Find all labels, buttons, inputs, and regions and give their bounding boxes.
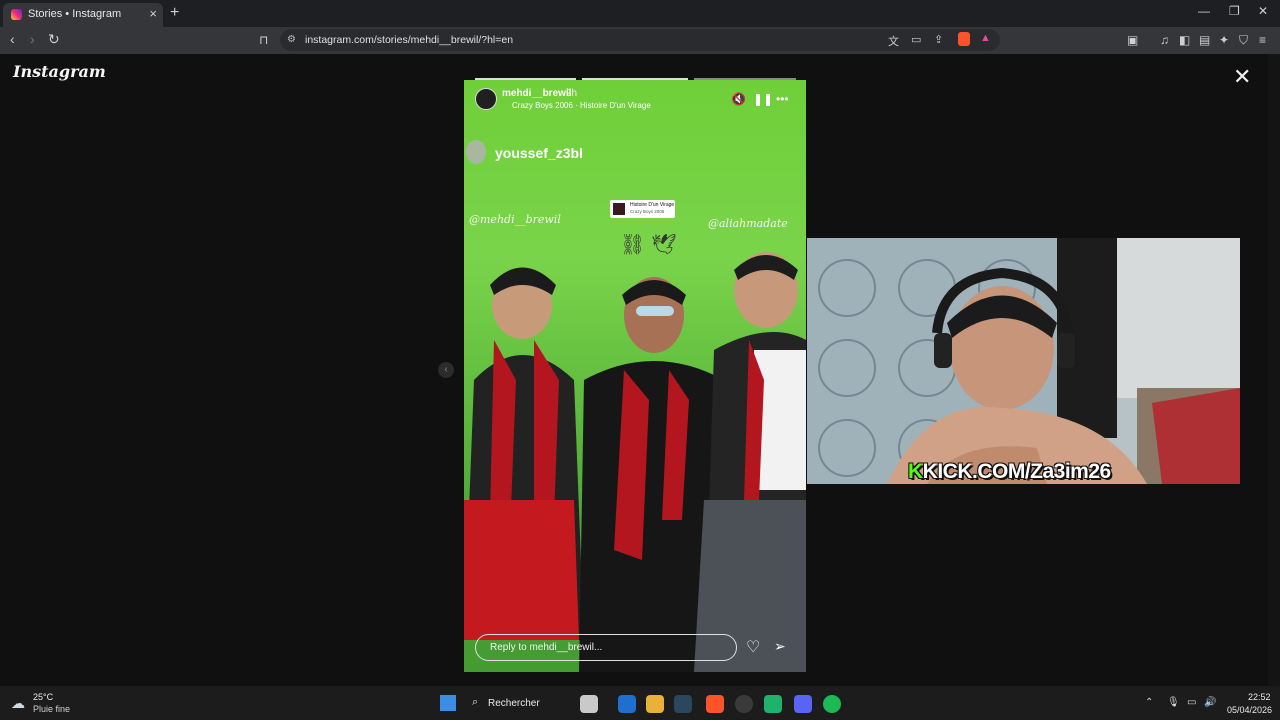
close-window-button[interactable]: ✕ xyxy=(1258,4,1268,18)
windows-start-icon[interactable] xyxy=(440,695,456,711)
steam-icon[interactable] xyxy=(674,695,692,713)
brave-icon[interactable] xyxy=(706,695,724,713)
mention-tag-right[interactable]: @aliahmadate xyxy=(708,217,788,230)
story-user-avatar[interactable] xyxy=(475,88,497,110)
tab-close-icon[interactable]: × xyxy=(149,6,157,21)
mention-avatar xyxy=(466,140,486,164)
tray-chevron-icon[interactable]: ⌃ xyxy=(1145,697,1153,708)
mute-icon[interactable]: 🔇 xyxy=(731,92,746,106)
clock-time[interactable]: 22:52 xyxy=(1248,692,1271,702)
scrollbar[interactable] xyxy=(1268,54,1280,686)
story-username[interactable]: mehdi__brewil xyxy=(502,88,571,99)
like-icon[interactable]: ♡ xyxy=(746,637,760,657)
webcam-overlay xyxy=(807,238,1240,484)
music-sticker-artist: Crazy Boys 2006 xyxy=(630,209,665,214)
network-icon[interactable]: ▭ xyxy=(1187,697,1196,708)
pause-icon[interactable]: ❚❚ xyxy=(753,92,773,106)
wallet-icon[interactable]: ▤ xyxy=(1199,33,1210,47)
webcam-feed xyxy=(807,238,1240,484)
kick-channel-text: KICK.COM/Za3im26 xyxy=(922,460,1112,483)
widgets-icon[interactable] xyxy=(580,695,598,713)
forward-button[interactable]: › xyxy=(30,31,35,47)
leo-ai-icon[interactable]: ✦ xyxy=(1219,33,1229,47)
music-sticker[interactable]: Histoire D'un Virage Crazy Boys 2006 xyxy=(610,200,675,218)
url-text: instagram.com/stories/mehdi__brewil/?hl=… xyxy=(305,34,514,46)
address-bar[interactable]: ⚙ instagram.com/stories/mehdi__brewil/?h… xyxy=(280,29,1000,51)
site-info-icon[interactable]: ⚙ xyxy=(287,34,296,45)
translate-icon[interactable]: 文 xyxy=(888,33,899,49)
reply-placeholder: Reply to mehdi__brewil... xyxy=(490,642,603,653)
mention-tag-left[interactable]: @mehdi__brewil xyxy=(469,213,561,226)
album-art xyxy=(613,203,625,215)
brave-rewards-icon[interactable]: ▲ xyxy=(980,32,991,44)
story-progress-2 xyxy=(582,78,688,80)
edge-icon[interactable] xyxy=(618,695,636,713)
new-tab-button[interactable]: + xyxy=(170,4,179,22)
story-time: 2h xyxy=(566,88,578,99)
brave-shield-icon[interactable] xyxy=(958,32,970,46)
obs-icon[interactable] xyxy=(735,695,753,713)
file-explorer-icon[interactable] xyxy=(646,695,664,713)
minimize-button[interactable]: — xyxy=(1198,4,1210,18)
tab-bar: Stories • Instagram × + — ❐ ✕ xyxy=(0,0,1280,27)
close-story-icon[interactable]: ✕ xyxy=(1233,64,1251,90)
back-button[interactable]: ‹ xyxy=(10,31,15,47)
mention-username[interactable]: youssef_z3bl xyxy=(495,145,583,161)
volume-icon[interactable]: 🔊 xyxy=(1204,697,1216,708)
share-icon[interactable]: ⇪ xyxy=(934,33,943,46)
taskbar-search[interactable]: Rechercher xyxy=(488,698,540,709)
maximize-button[interactable]: ❐ xyxy=(1229,4,1240,18)
story-progress-1 xyxy=(475,78,576,80)
reply-input[interactable]: Reply to mehdi__brewil... xyxy=(475,634,737,661)
weather-icon[interactable]: ☁ xyxy=(11,695,25,712)
vpn-icon[interactable]: ⛉ xyxy=(1239,33,1248,48)
menu-icon[interactable]: ≡ xyxy=(1259,33,1266,47)
windows-taskbar: ☁ ⌕ xyxy=(0,686,1280,720)
clock-date[interactable]: 05/04/2026 xyxy=(1227,705,1272,715)
story-photo xyxy=(464,252,806,672)
story-media[interactable] xyxy=(464,80,806,672)
instagram-logo[interactable]: Instagram xyxy=(13,62,106,81)
search-icon[interactable]: ⌕ xyxy=(472,696,478,709)
cast-icon[interactable]: ▭ xyxy=(911,33,921,46)
discord-icon[interactable] xyxy=(794,695,812,713)
music-sticker-title: Histoire D'un Virage xyxy=(630,202,675,208)
emoji-sticker: ⛓ 🕊 xyxy=(620,234,677,256)
bookmark-icon[interactable]: ⊓ xyxy=(259,33,268,47)
story-progress-3 xyxy=(694,78,796,80)
microphone-icon[interactable]: 🎙 xyxy=(1167,697,1180,708)
spotify-icon[interactable] xyxy=(823,695,841,713)
tab-instagram[interactable]: Stories • Instagram × xyxy=(3,3,163,27)
previous-story-icon[interactable]: ‹ xyxy=(438,362,454,378)
chat-app-icon[interactable] xyxy=(764,695,782,713)
browser-toolbar: ‹ › ↻ ⊓ ⚙ instagram.com/stories/mehdi__b… xyxy=(0,27,1280,54)
tab-title: Stories • Instagram xyxy=(28,8,122,20)
reload-button[interactable]: ↻ xyxy=(48,31,60,48)
story-song[interactable]: Crazy Boys 2006 · Histoire D'un Virage xyxy=(512,101,651,110)
weather-condition[interactable]: Pluie fine xyxy=(33,704,70,714)
kick-channel-overlay: KKICK.COM/Za3im26 xyxy=(908,460,1112,483)
weather-temperature[interactable]: 25°C xyxy=(33,692,53,702)
instagram-favicon-icon xyxy=(11,9,22,20)
sidebar-icon[interactable]: ◧ xyxy=(1179,33,1190,47)
music-icon[interactable]: ♫ xyxy=(1160,33,1169,47)
sidebar-panel-icon[interactable]: ▣ xyxy=(1127,33,1138,47)
send-icon[interactable]: ➢ xyxy=(774,638,786,655)
more-options-icon[interactable]: ••• xyxy=(776,92,789,106)
